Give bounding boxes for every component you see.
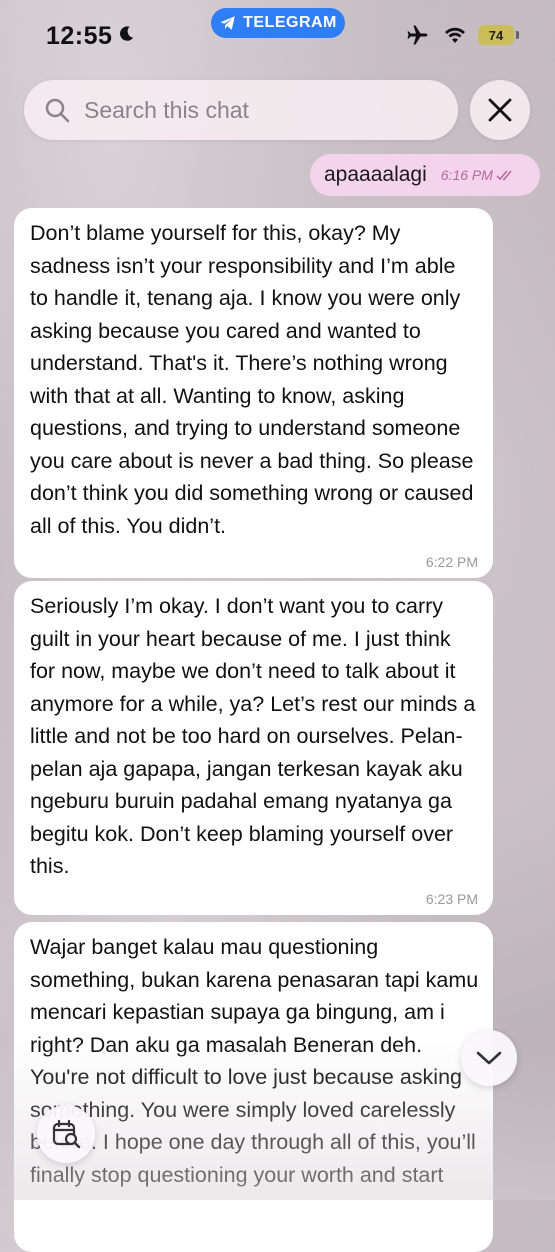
battery-nub [516,31,519,39]
outgoing-message-text: apaaaalagi [324,163,427,186]
wifi-icon [445,27,465,43]
incoming-message-text: Seriously I’m okay. I don’t want you to … [30,594,476,878]
status-time: 12:55 [46,22,113,50]
incoming-message[interactable]: Don’t blame yourself for this, okay? My … [14,208,493,578]
incoming-message-text: Wajar banget kalau mau questioning somet… [30,935,479,1187]
search-icon [45,98,70,123]
moon-icon [120,26,134,41]
search-by-date-button[interactable] [37,1105,95,1163]
status-bar: 12:55 TELEGRAM 74 [0,0,555,70]
outgoing-message-time: 6:16 PM [440,167,493,183]
read-ticks-icon [496,170,512,181]
incoming-message-time: 6:23 PM [425,891,478,907]
app-pill-label: TELEGRAM [243,14,337,31]
telegram-icon [220,16,235,30]
close-search-button[interactable] [470,80,530,140]
scroll-to-bottom-button[interactable] [461,1030,517,1086]
outgoing-message[interactable]: apaaaalagi 6:16 PM [310,154,540,196]
incoming-message[interactable]: Seriously I’m okay. I don’t want you to … [14,581,493,915]
chevron-down-icon [476,1051,502,1065]
search-input[interactable]: Search this chat [24,80,458,140]
incoming-message[interactable]: Wajar banget kalau mau questioning somet… [14,922,493,1252]
battery-level: 74 [488,27,504,43]
close-icon [488,98,512,122]
calendar-search-icon [52,1119,81,1149]
incoming-message-text: Don’t blame yourself for this, okay? My … [30,221,474,538]
search-placeholder: Search this chat [84,96,249,123]
battery-indicator: 74 [478,25,514,45]
airplane-icon [407,25,428,45]
return-to-telegram-pill[interactable]: TELEGRAM [211,8,345,38]
incoming-message-time: 6:22 PM [425,554,478,570]
